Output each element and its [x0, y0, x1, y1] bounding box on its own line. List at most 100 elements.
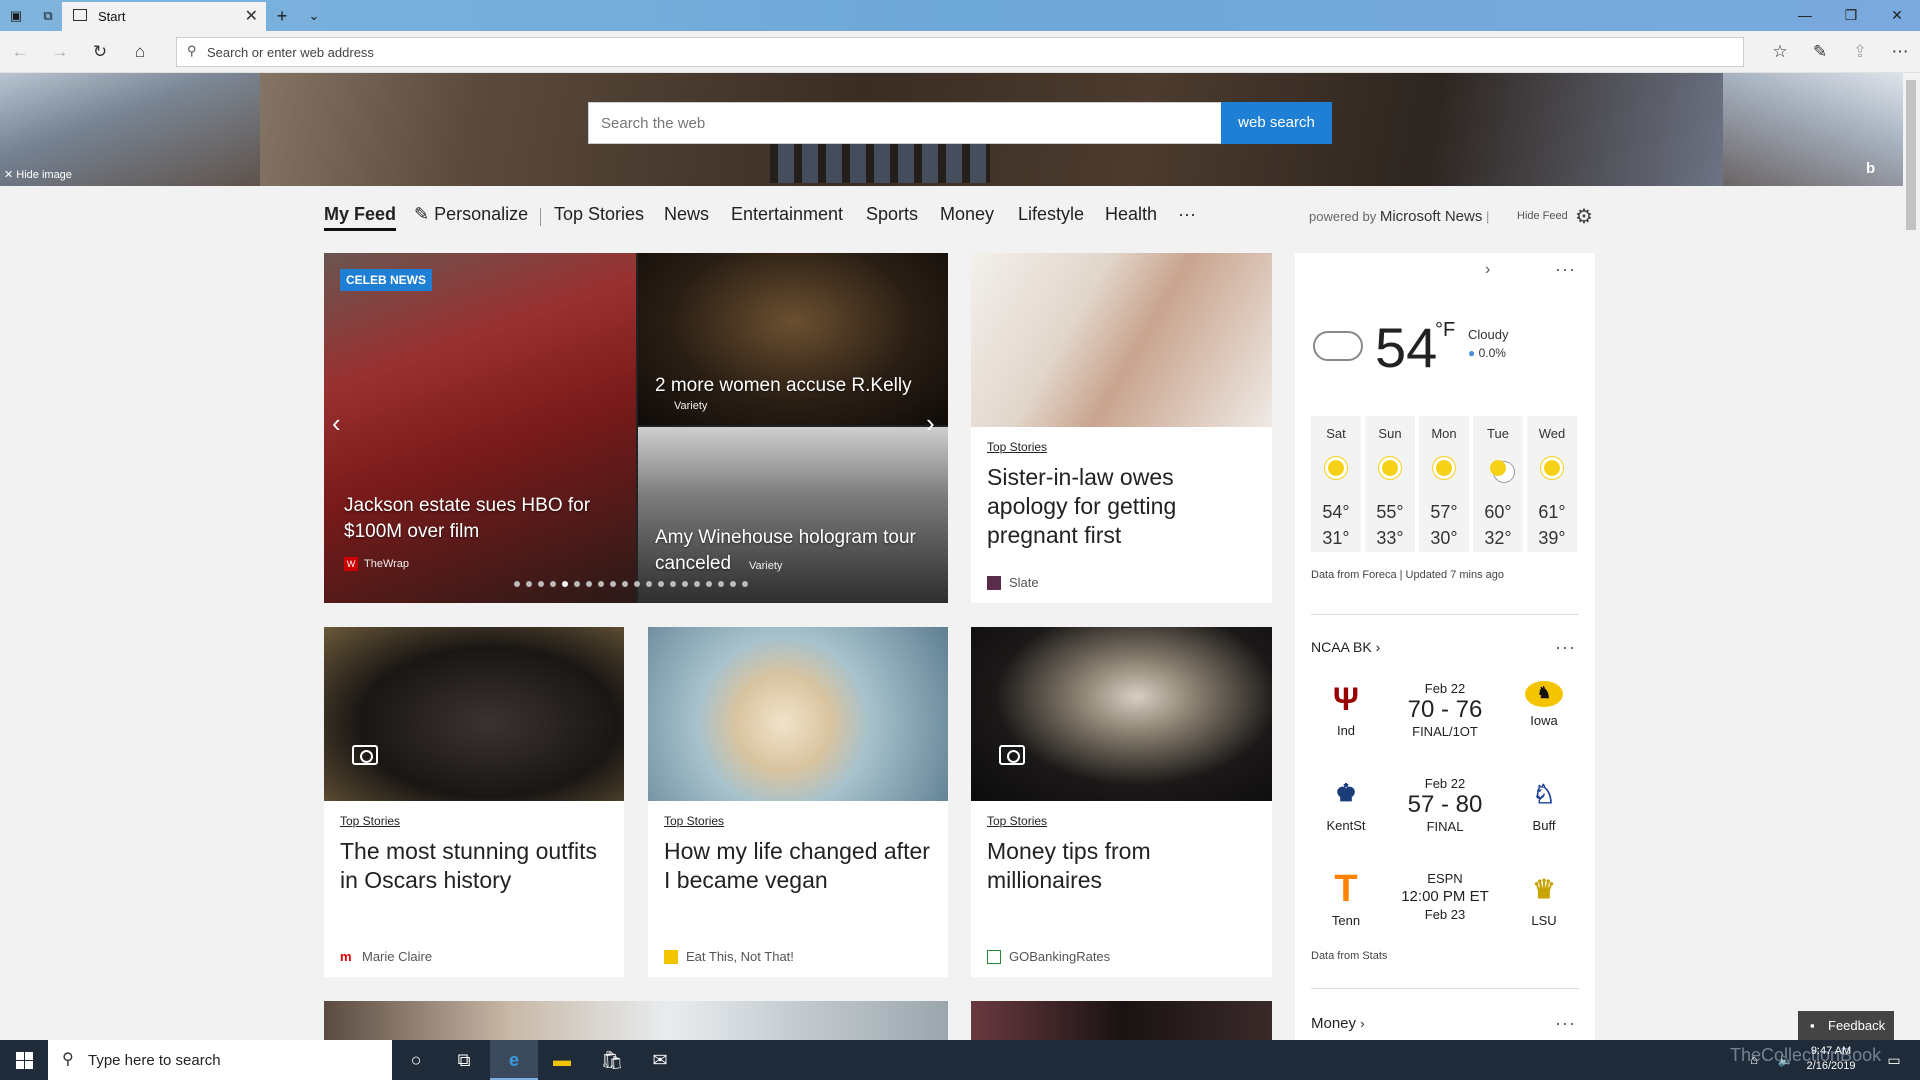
news-card-image[interactable]	[971, 253, 1272, 427]
hide-feed-link[interactable]: Hide Feed	[1517, 210, 1568, 222]
home-icon[interactable]: ⌂	[128, 40, 152, 64]
news-card-category[interactable]: Top Stories	[987, 440, 1047, 454]
carousel-dot[interactable]	[658, 581, 664, 587]
minimize-button[interactable]: —	[1782, 0, 1828, 31]
tab-start[interactable]: Start ✕	[62, 2, 266, 31]
web-search-button[interactable]: web search	[1221, 102, 1332, 144]
money-more-icon[interactable]: ···	[1555, 1013, 1576, 1034]
team-away[interactable]: ♘ Buff	[1509, 776, 1579, 833]
mail-icon[interactable]: ✉	[636, 1040, 684, 1080]
carousel-dot[interactable]	[670, 581, 676, 587]
carousel-top-right-headline[interactable]: 2 more women accuse R.Kelly	[655, 375, 935, 397]
carousel-dot[interactable]	[610, 581, 616, 587]
carousel-dot[interactable]	[538, 581, 544, 587]
system-clock[interactable]: 9:47 AM 2/16/2019	[1800, 1044, 1862, 1074]
set-tabs-aside-icon[interactable]: ⧉	[38, 6, 58, 26]
news-card[interactable]	[971, 1001, 1272, 1040]
forecast-day[interactable]: Sat 54° 31°	[1311, 416, 1361, 552]
carousel-dot[interactable]	[622, 581, 628, 587]
news-card[interactable]: Top Stories Sister-in-law owes apology f…	[971, 253, 1272, 603]
news-card-category[interactable]: Top Stories	[664, 814, 724, 828]
task-view-icon[interactable]: ⧉	[440, 1040, 488, 1080]
tab-top-stories[interactable]: Top Stories	[554, 204, 644, 225]
carousel[interactable]: CELEB NEWS Jackson estate sues HBO for $…	[324, 253, 948, 603]
carousel-main-headline[interactable]: Jackson estate sues HBO for $100M over f…	[344, 493, 624, 545]
forecast-day[interactable]: Sun 55° 33°	[1365, 416, 1415, 552]
news-card[interactable]: Top Stories Money tips from millionaires…	[971, 627, 1272, 977]
tab-money[interactable]: Money	[940, 204, 994, 225]
carousel-dot[interactable]	[562, 581, 568, 587]
carousel-dot[interactable]	[586, 581, 592, 587]
news-card-image[interactable]	[648, 627, 948, 801]
news-card-headline[interactable]: The most stunning outfits in Oscars hist…	[340, 837, 610, 895]
carousel-dot[interactable]	[718, 581, 724, 587]
carousel-bottom-right-headline[interactable]: Amy Winehouse hologram tour canceled	[655, 525, 935, 577]
news-card[interactable]	[324, 1001, 948, 1040]
game-score[interactable]: ESPN 12:00 PM ET Feb 23	[1395, 871, 1495, 922]
carousel-dot[interactable]	[526, 581, 532, 587]
carousel-dot[interactable]	[706, 581, 712, 587]
new-tab-icon[interactable]: +	[272, 6, 292, 26]
taskbar-search-input[interactable]: ⚲ Type here to search	[48, 1040, 392, 1080]
carousel-dot[interactable]	[574, 581, 580, 587]
hide-image-link[interactable]: ✕ Hide image	[4, 168, 72, 181]
carousel-prev-icon[interactable]: ‹	[332, 408, 341, 439]
web-search-input[interactable]: Search the web	[588, 102, 1222, 144]
team-away[interactable]: ♞ Iowa	[1509, 681, 1579, 728]
carousel-dot[interactable]	[550, 581, 556, 587]
weather-temperature[interactable]: 54	[1375, 315, 1437, 380]
feedback-button[interactable]: ▪ Feedback	[1798, 1011, 1894, 1040]
forecast-day[interactable]: Tue 60° 32°	[1473, 416, 1523, 552]
team-home[interactable]: T Tenn	[1311, 870, 1381, 928]
ncaa-title[interactable]: NCAA BK ›	[1311, 639, 1380, 655]
carousel-main-image[interactable]	[324, 253, 636, 603]
chevron-down-icon[interactable]: ⌄	[304, 6, 324, 26]
close-window-button[interactable]: ✕	[1874, 0, 1920, 31]
cortana-icon[interactable]: ○	[392, 1040, 440, 1080]
team-home[interactable]: ♚ KentSt	[1311, 776, 1381, 833]
carousel-dot[interactable]	[514, 581, 520, 587]
carousel-dots[interactable]	[514, 581, 748, 587]
weather-data-source[interactable]: Data from Foreca | Updated 7 mins ago	[1311, 569, 1504, 581]
powered-by-name[interactable]: Microsoft News	[1380, 208, 1483, 225]
carousel-dot[interactable]	[646, 581, 652, 587]
team-home[interactable]: Ψ Ind	[1311, 681, 1381, 738]
tab-preview-icon[interactable]: ▣	[6, 6, 26, 26]
money-title[interactable]: Money ›	[1311, 1015, 1365, 1032]
tab-personalize[interactable]: ✎ Personalize	[414, 204, 528, 225]
news-card-headline[interactable]: How my life changed after I became vegan	[664, 837, 934, 895]
carousel-dot[interactable]	[730, 581, 736, 587]
ncaa-more-icon[interactable]: ···	[1555, 637, 1576, 658]
bing-logo-icon[interactable]: b	[1866, 160, 1875, 177]
close-tab-icon[interactable]: ✕	[245, 6, 258, 26]
gear-icon[interactable]: ⚙	[1575, 204, 1593, 229]
tab-health[interactable]: Health	[1105, 204, 1157, 225]
edge-icon[interactable]: e	[490, 1040, 538, 1080]
news-card-headline[interactable]: Sister-in-law owes apology for getting p…	[987, 463, 1258, 550]
carousel-dot[interactable]	[598, 581, 604, 587]
carousel-dot[interactable]	[694, 581, 700, 587]
tab-lifestyle[interactable]: Lifestyle	[1018, 204, 1084, 225]
chevron-right-icon[interactable]: ›	[1485, 261, 1491, 279]
file-explorer-icon[interactable]: ▬	[538, 1040, 586, 1080]
team-away[interactable]: ♛ LSU	[1509, 871, 1579, 928]
more-icon[interactable]: ⋯	[1888, 40, 1912, 64]
favorites-icon[interactable]: ☆	[1768, 40, 1792, 64]
maximize-button[interactable]: ❐	[1828, 0, 1874, 31]
ncaa-data-source[interactable]: Data from Stats	[1311, 950, 1387, 962]
carousel-dot[interactable]	[634, 581, 640, 587]
carousel-next-icon[interactable]: ›	[926, 408, 935, 439]
store-icon[interactable]: 🛍	[588, 1040, 636, 1080]
news-card-image[interactable]	[324, 627, 624, 801]
forward-icon[interactable]: →	[48, 40, 72, 64]
news-card-headline[interactable]: Money tips from millionaires	[987, 837, 1258, 895]
weather-more-icon[interactable]: ···	[1555, 259, 1576, 280]
pen-icon[interactable]: ✎	[1808, 40, 1832, 64]
game-score[interactable]: Feb 22 70 - 76 FINAL/1OT	[1395, 681, 1495, 739]
news-card-category[interactable]: Top Stories	[340, 814, 400, 828]
refresh-icon[interactable]: ↻	[88, 40, 112, 64]
news-card[interactable]: Top Stories How my life changed after I …	[648, 627, 948, 977]
more-tabs-button[interactable]: ···	[1178, 204, 1196, 225]
address-bar[interactable]: ⚲ Search or enter web address	[176, 37, 1744, 67]
forecast-day[interactable]: Mon 57° 30°	[1419, 416, 1469, 552]
